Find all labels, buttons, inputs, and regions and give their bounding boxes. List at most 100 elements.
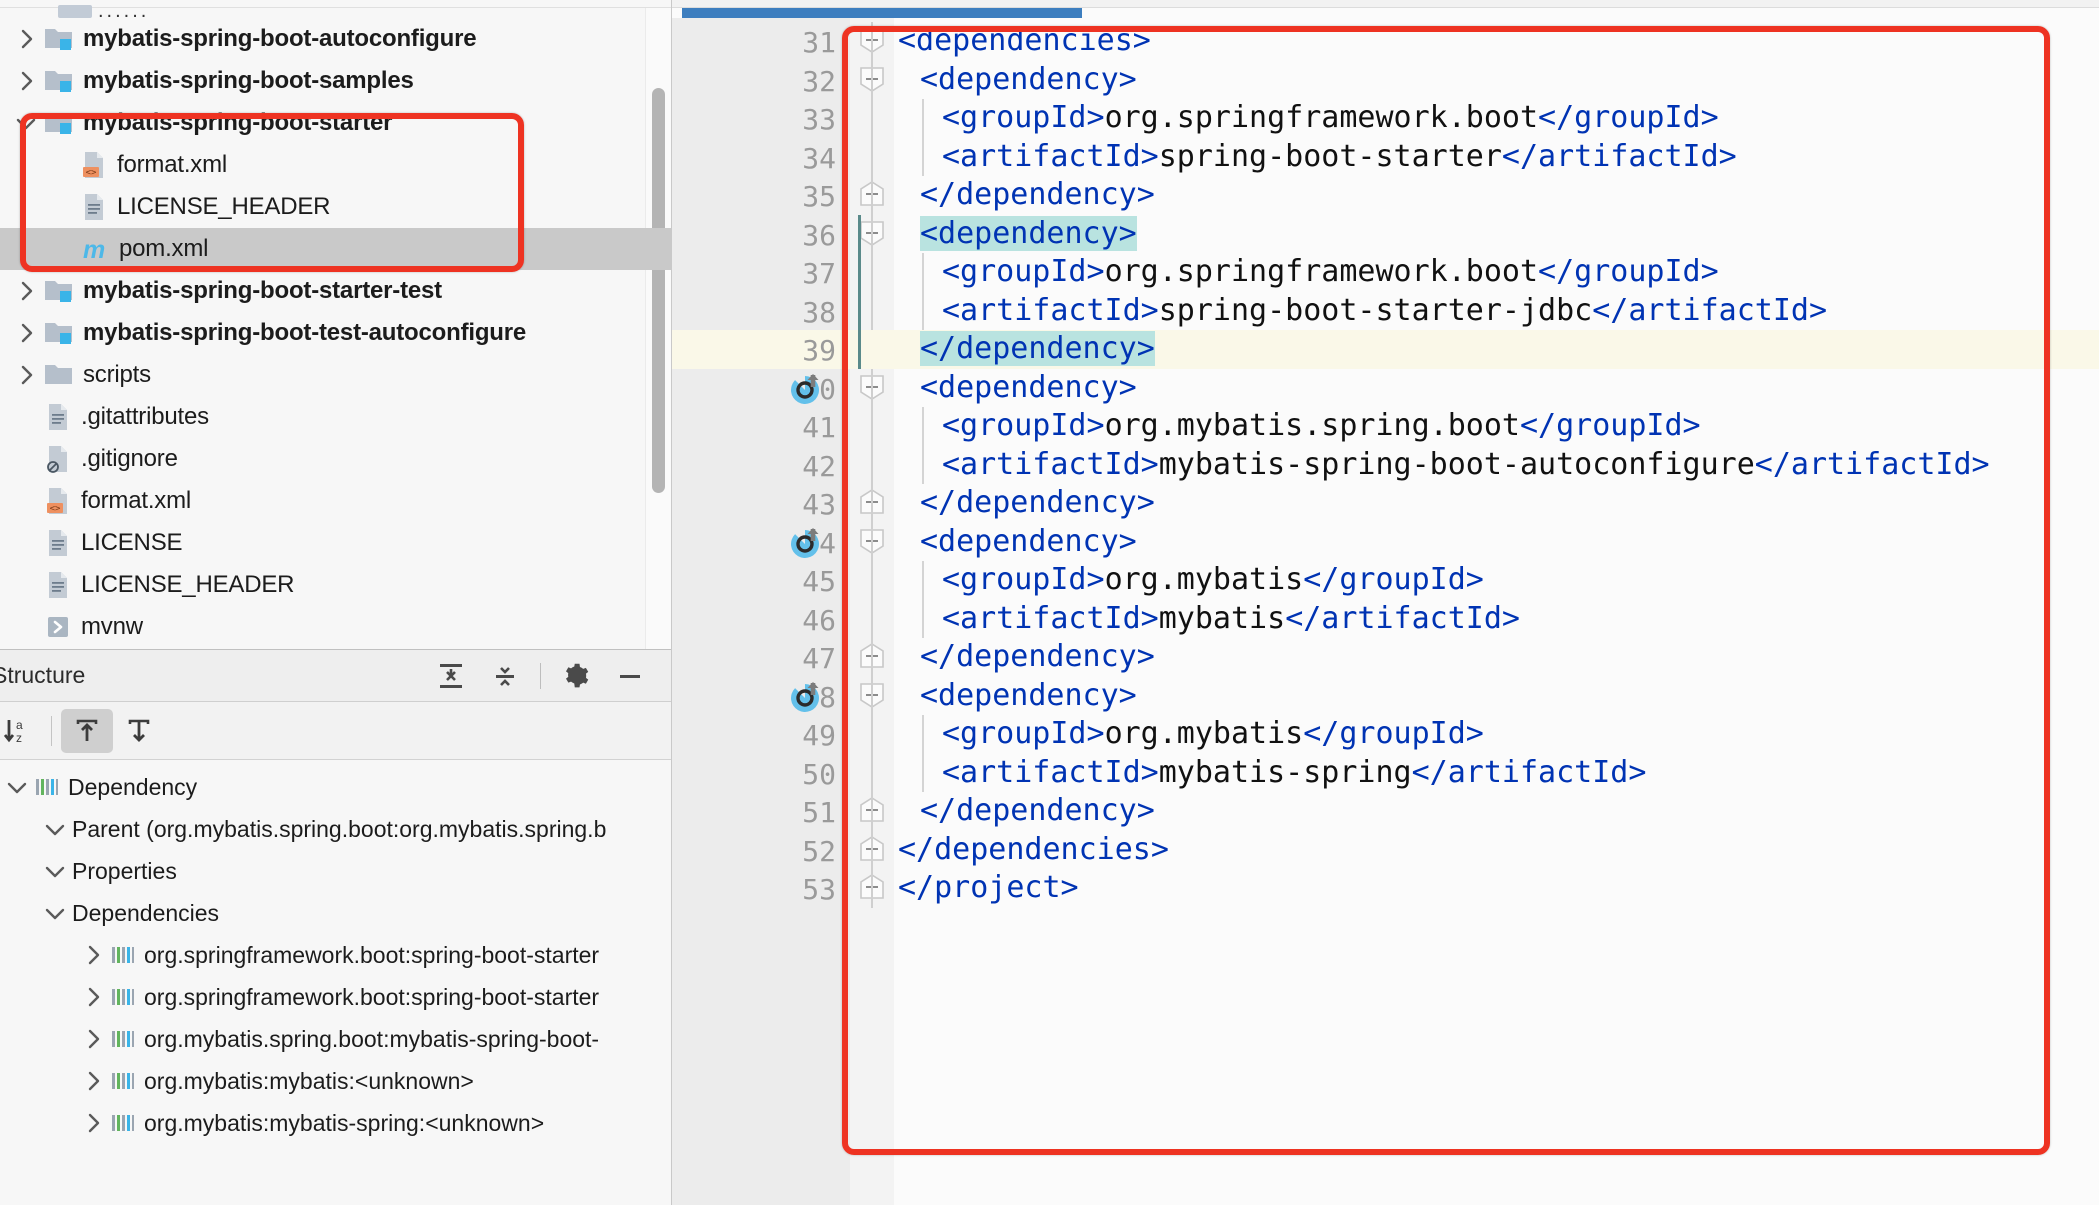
chevron-right-icon[interactable] <box>8 68 44 94</box>
project-tree-item[interactable]: mybatis-spring-boot-autoconfigure <box>0 18 671 60</box>
project-tree-item[interactable]: <> format.xml <box>0 480 671 522</box>
structure-tree-item[interactable]: org.mybatis.spring.boot:mybatis-spring-b… <box>0 1018 671 1060</box>
editor-line-number-gutter[interactable]: 31 32 33 34 35 36 37 38 39 40 41 42 43 44 45 46 47 48 49 50… <box>672 18 850 1205</box>
code-line[interactable]: <dependency> <box>894 523 2099 562</box>
project-tree-item[interactable]: <> format.xml <box>0 144 671 186</box>
project-tree-item[interactable]: .gitignore <box>0 438 671 480</box>
editor-code-area[interactable]: <dependencies> <dependency> <groupId>org.s… <box>894 18 2099 1205</box>
code-line[interactable]: <dependency> <box>894 61 2099 100</box>
chevron-down-icon[interactable] <box>8 110 44 136</box>
fold-connector-line <box>871 407 873 446</box>
chevron-right-icon[interactable] <box>76 984 110 1010</box>
chevron-right-icon[interactable] <box>8 26 44 52</box>
chevron-right-icon[interactable] <box>8 320 44 346</box>
code-line[interactable]: <dependency> <box>894 215 2099 254</box>
chevron-down-icon[interactable] <box>38 858 72 884</box>
line-number: 31 <box>802 26 836 59</box>
code-line[interactable]: <dependency> <box>894 369 2099 408</box>
hide-panel-button[interactable] <box>603 656 657 696</box>
line-number: 52 <box>802 834 836 868</box>
chevron-right-icon[interactable] <box>76 1068 110 1094</box>
chevron-right-icon[interactable] <box>76 1110 110 1136</box>
structure-tree-item[interactable]: org.mybatis:mybatis-spring:<unknown> <box>0 1102 671 1144</box>
chevron-right-icon[interactable] <box>8 362 44 388</box>
chevron-right-icon[interactable] <box>8 278 44 304</box>
xml-tag-token: <artifactId> <box>942 600 1159 636</box>
code-line[interactable]: <groupId>org.mybatis</groupId> <box>894 561 2099 600</box>
structure-tree-item-label: Parent (org.mybatis.spring.boot:org.myba… <box>72 815 607 842</box>
code-line[interactable]: </dependency> <box>894 484 2099 523</box>
editor-fold-gutter[interactable] <box>850 18 894 1205</box>
structure-tree-item[interactable]: Dependencies <box>0 892 671 934</box>
structure-tree-item[interactable]: Dependency <box>0 766 671 808</box>
code-line[interactable]: <groupId>org.mybatis</groupId> <box>894 715 2099 754</box>
maven-update-icon[interactable] <box>786 525 824 563</box>
structure-tree-item[interactable]: Properties <box>0 850 671 892</box>
maven-update-icon[interactable] <box>786 679 824 717</box>
code-line[interactable]: <artifactId>spring-boot-starter-jdbc</ar… <box>894 292 2099 331</box>
code-line[interactable]: </project> <box>894 869 2099 908</box>
code-line[interactable]: </dependencies> <box>894 831 2099 870</box>
structure-tree[interactable]: Dependency Parent (org.mybatis.spring.boo… <box>0 760 671 1205</box>
code-line[interactable]: <artifactId>mybatis-spring</artifactId> <box>894 754 2099 793</box>
project-tree-item[interactable]: scripts <box>0 354 671 396</box>
code-line[interactable]: <groupId>org.mybatis.spring.boot</groupI… <box>894 407 2099 446</box>
chevron-down-icon[interactable] <box>38 900 72 926</box>
module-folder-icon <box>44 277 74 305</box>
structure-tree-item-label: org.springframework.boot:spring-boot-sta… <box>144 941 600 968</box>
project-tree-panel[interactable]: ...... mybatis-spring-boot-autoconfigure… <box>0 0 671 650</box>
xml-file-icon: <> <box>44 486 72 516</box>
toolbar-divider <box>51 715 52 746</box>
fold-connector-line <box>871 214 873 253</box>
maven-bars-icon <box>110 1110 136 1136</box>
xml-text-token: org.mybatis <box>1104 716 1304 751</box>
code-line[interactable]: <dependencies> <box>894 22 2099 61</box>
maven-update-icon[interactable] <box>786 371 824 409</box>
chevron-right-icon[interactable] <box>76 1026 110 1052</box>
scroll-from-source-button[interactable] <box>61 708 113 753</box>
scroll-to-source-button[interactable] <box>113 709 165 753</box>
fold-connector-line <box>871 869 873 908</box>
code-line[interactable]: <artifactId>mybatis-spring-boot-autoconf… <box>894 446 2099 485</box>
structure-tree-item[interactable]: org.mybatis:mybatis:<unknown> <box>0 1060 671 1102</box>
code-line[interactable]: </dependency> <box>894 330 2099 369</box>
project-tree-item[interactable]: LICENSE_HEADER <box>0 564 671 606</box>
code-line[interactable]: </dependency> <box>894 638 2099 677</box>
xml-tag-token: <dependency> <box>920 215 1137 251</box>
xml-text-token: mybatis-spring-boot-autoconfigure <box>1158 446 1755 482</box>
project-tree-item[interactable]: mybatis-spring-boot-test-autoconfigure <box>0 312 671 354</box>
code-line[interactable]: <groupId>org.springframework.boot</group… <box>894 99 2099 138</box>
fold-connector-line <box>871 753 873 792</box>
project-tree-item[interactable]: LICENSE <box>0 522 671 564</box>
code-line[interactable]: <groupId>org.springframework.boot</group… <box>894 253 2099 292</box>
code-line[interactable]: <artifactId>spring-boot-starter</artifac… <box>894 138 2099 177</box>
project-tree-item[interactable]: mybatis-spring-boot-starter <box>0 102 671 144</box>
settings-button[interactable] <box>549 656 603 696</box>
expand-all-button[interactable] <box>424 656 478 696</box>
xml-text-token: spring-boot-starter-jdbc <box>1158 292 1593 328</box>
fold-connector-line <box>871 445 873 484</box>
structure-tree-item[interactable]: Parent (org.mybatis.spring.boot:org.myba… <box>0 808 671 850</box>
code-line[interactable]: </dependency> <box>894 792 2099 831</box>
project-tree-item-label: LICENSE <box>81 529 183 556</box>
code-line[interactable]: </dependency> <box>894 176 2099 215</box>
structure-tree-item[interactable]: org.springframework.boot:spring-boot-sta… <box>0 976 671 1018</box>
project-tree-item[interactable]: m pom.xml <box>0 228 671 270</box>
project-tree-item[interactable]: mybatis-spring-boot-samples <box>0 60 671 102</box>
project-tree-item-label: mybatis-spring-boot-starter <box>83 109 393 136</box>
structure-tree-item[interactable]: org.springframework.boot:spring-boot-sta… <box>0 934 671 976</box>
code-line[interactable]: <artifactId>mybatis</artifactId> <box>894 600 2099 639</box>
line-number: 39 <box>802 334 836 367</box>
code-editor[interactable]: 31 32 33 34 35 36 37 38 39 40 41 42 43 44 45 46 47 48 49 50… <box>672 0 2099 1205</box>
collapse-all-button[interactable] <box>478 656 532 696</box>
project-tree-item[interactable]: mybatis-spring-boot-starter-test <box>0 270 671 312</box>
project-tree-item[interactable]: .gitattributes <box>0 396 671 438</box>
project-tree-item[interactable]: LICENSE_HEADER <box>0 186 671 228</box>
code-line[interactable]: <dependency> <box>894 677 2099 716</box>
sort-alphabetically-button[interactable]: a z <box>0 709 42 753</box>
chevron-down-icon[interactable] <box>0 774 34 800</box>
project-tree-item[interactable]: mvnw <box>0 606 671 648</box>
chevron-down-icon[interactable] <box>38 816 72 842</box>
chevron-right-icon[interactable] <box>76 942 110 968</box>
